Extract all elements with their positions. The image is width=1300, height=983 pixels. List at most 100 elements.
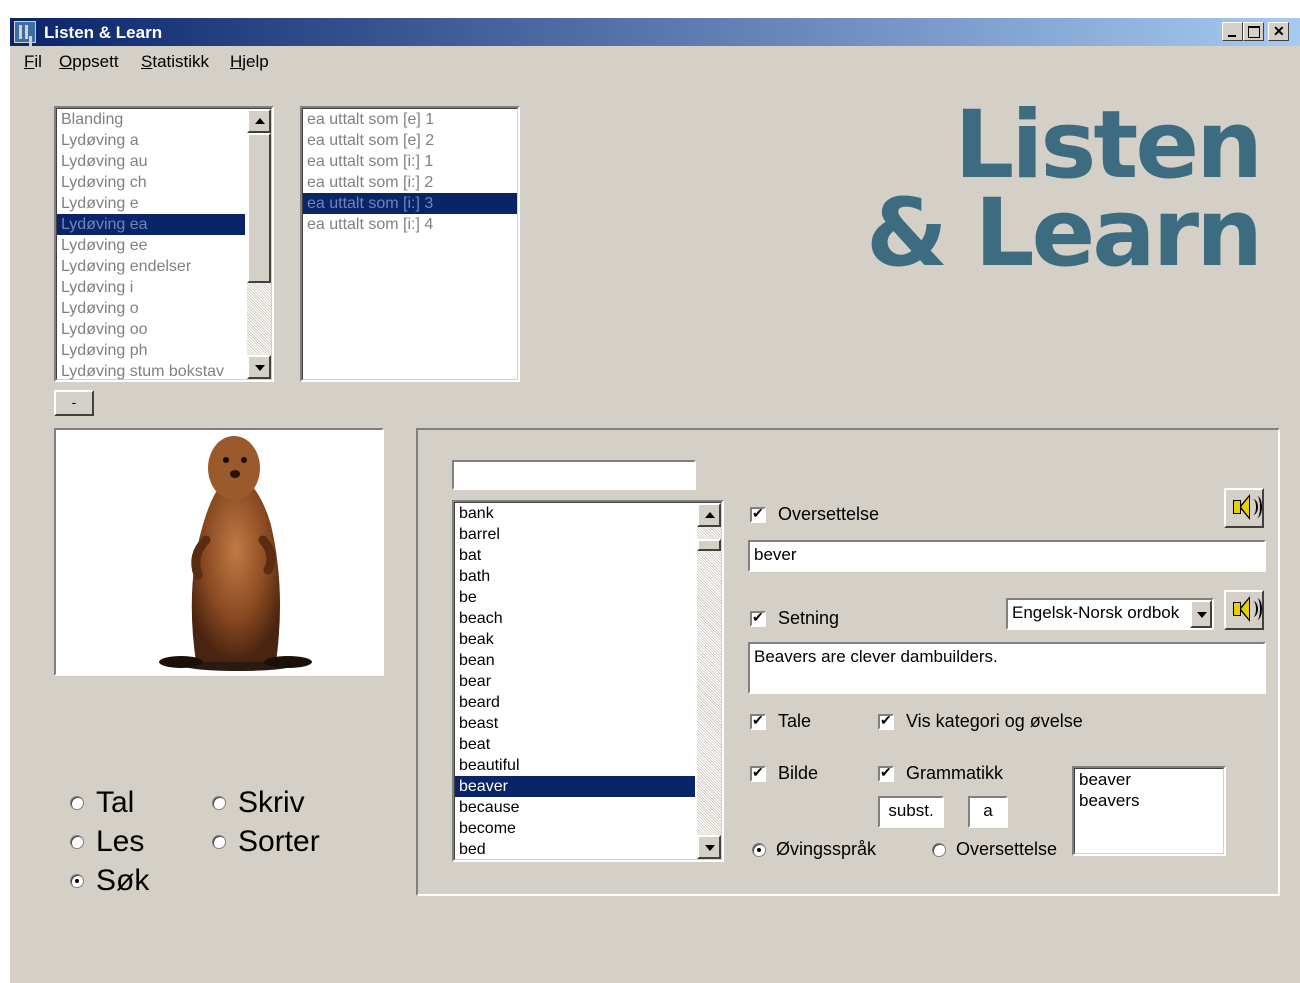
chevron-down-icon[interactable] (1190, 600, 1212, 628)
list-item[interactable]: Lydøving i (57, 277, 245, 298)
beaver-image (159, 436, 312, 671)
menu-oppsett[interactable]: Oppsett (59, 52, 119, 72)
radio-circle (70, 835, 84, 849)
radio-circle (212, 835, 226, 849)
list-item[interactable]: Lydøving ea (57, 214, 245, 235)
radio-oversettelse[interactable]: Oversettelse (932, 839, 1057, 860)
menu-fil[interactable]: Fil (24, 52, 42, 72)
scroll-down-button[interactable] (247, 355, 271, 379)
list-item[interactable]: bear (455, 671, 695, 692)
checkbox (878, 764, 894, 782)
list-item[interactable]: ea uttalt som [e] 2 (303, 130, 517, 151)
list-item[interactable]: ea uttalt som [i:] 2 (303, 172, 517, 193)
translation-field[interactable]: bever (748, 540, 1266, 572)
list-item[interactable]: ea uttalt som [i:] 3 (303, 193, 517, 214)
list-item[interactable]: beach (455, 608, 695, 629)
scroll-thumb[interactable] (247, 133, 271, 283)
mode-les[interactable]: Les (70, 825, 144, 859)
checkbox (750, 764, 766, 782)
close-button[interactable] (1268, 22, 1289, 41)
search-input[interactable] (452, 460, 696, 490)
list-item: beavers (1079, 791, 1140, 810)
mode-tal[interactable]: Tal (70, 786, 134, 820)
sentence-field[interactable]: Beavers are clever dambuilders. (748, 642, 1266, 694)
radio-ovingssprak[interactable]: Øvingsspråk (752, 839, 876, 860)
list-item[interactable]: barrel (455, 524, 695, 545)
scroll-up-button[interactable] (697, 503, 721, 527)
checkbox (750, 609, 766, 627)
speaker-translation-button[interactable] (1224, 488, 1264, 528)
list-item[interactable]: bank (455, 503, 695, 524)
list-item[interactable]: Lydøving oo (57, 319, 245, 340)
menu-bar: Fil Oppsett Statistikk Hjelp (10, 48, 1300, 74)
list-item[interactable]: because (455, 797, 695, 818)
dash-button[interactable]: - (54, 390, 94, 416)
word-list[interactable]: bank barrel bat bath be beach beak bean bear bear… (452, 500, 724, 862)
word-class-field: subst. (878, 796, 944, 828)
list-item[interactable]: beast (455, 713, 695, 734)
list-item[interactable]: ea uttalt som [i:] 4 (303, 214, 517, 235)
check-grammatikk[interactable]: Grammatikk (878, 763, 1003, 784)
checkbox (750, 505, 766, 523)
list-item[interactable]: Lydøving endelser (57, 256, 245, 277)
list-item[interactable]: beak (455, 629, 695, 650)
check-tale[interactable]: Tale (750, 711, 811, 732)
maximize-icon (1244, 23, 1263, 40)
list-item[interactable]: become (455, 818, 695, 839)
list-item[interactable]: Lydøving ch (57, 172, 245, 193)
list-item[interactable]: bath (455, 566, 695, 587)
list-item[interactable]: Lydøving ph (57, 340, 245, 361)
radio-circle (752, 842, 766, 857)
list-item[interactable]: ea uttalt som [i:] 1 (303, 151, 517, 172)
scroll-up-button[interactable] (247, 109, 271, 133)
mode-sok[interactable]: Søk (70, 864, 149, 898)
list-item[interactable]: beaver (455, 776, 695, 797)
list-item[interactable]: Lydøving stum bokstav (57, 361, 245, 380)
scroll-down-button[interactable] (697, 835, 721, 859)
check-bilde[interactable]: Bilde (750, 763, 818, 784)
menu-statistikk[interactable]: Statistikk (141, 52, 209, 72)
title-bar[interactable]: Listen & Learn (10, 18, 1300, 46)
list-item[interactable]: beautiful (455, 755, 695, 776)
list-item[interactable]: Blanding (57, 109, 245, 130)
checkbox (750, 712, 766, 730)
list-item[interactable]: ea uttalt som [e] 1 (303, 109, 517, 130)
speaker-sentence-button[interactable] (1224, 590, 1264, 630)
list-item[interactable]: Lydøving ee (57, 235, 245, 256)
list-item[interactable]: bat (455, 545, 695, 566)
check-vis-kategori[interactable]: Vis kategori og øvelse (878, 711, 1083, 732)
exercise-list[interactable]: ea uttalt som [e] 1 ea uttalt som [e] 2 ea… (300, 106, 520, 382)
close-icon (1269, 23, 1288, 40)
category-scrollbar[interactable] (247, 109, 271, 379)
list-item[interactable]: Lydøving e (57, 193, 245, 214)
list-item[interactable]: bean (455, 650, 695, 671)
scroll-thumb[interactable] (697, 539, 721, 551)
word-panel: bank barrel bat bath be beach beak bean bear bear… (416, 428, 1280, 896)
list-item[interactable]: beat (455, 734, 695, 755)
list-item[interactable]: Lydøving o (57, 298, 245, 319)
list-item: beaver (1079, 770, 1131, 789)
radio-circle (70, 874, 84, 888)
word-forms-list: beaver beavers (1072, 766, 1226, 856)
category-list[interactable]: Blanding Lydøving a Lydøving au Lydøving ch… (54, 106, 274, 382)
mode-sorter[interactable]: Sorter (212, 825, 320, 859)
mode-skriv[interactable]: Skriv (212, 786, 305, 820)
minimize-button[interactable] (1222, 22, 1243, 41)
dictionary-select[interactable]: Engelsk-Norsk ordbok (1006, 598, 1214, 630)
list-item[interactable]: beard (455, 692, 695, 713)
word-scrollbar[interactable] (697, 503, 721, 859)
list-item[interactable]: be (455, 587, 695, 608)
window-title: Listen & Learn (44, 23, 163, 42)
minimize-icon (1223, 23, 1242, 40)
app-icon[interactable] (14, 21, 36, 43)
list-item[interactable]: bed (455, 839, 695, 860)
radio-circle (70, 796, 84, 810)
app-window: Listen & Learn Fil Oppsett Statistikk Hj… (10, 18, 1300, 983)
list-item[interactable]: Lydøving a (57, 130, 245, 151)
menu-hjelp[interactable]: Hjelp (230, 52, 269, 72)
check-oversettelse[interactable]: Oversettelse (750, 504, 879, 525)
maximize-button[interactable] (1243, 22, 1264, 41)
check-setning[interactable]: Setning (750, 608, 839, 629)
list-item[interactable]: Lydøving au (57, 151, 245, 172)
listen-learn-logo: Listen & Learn (865, 91, 1263, 288)
